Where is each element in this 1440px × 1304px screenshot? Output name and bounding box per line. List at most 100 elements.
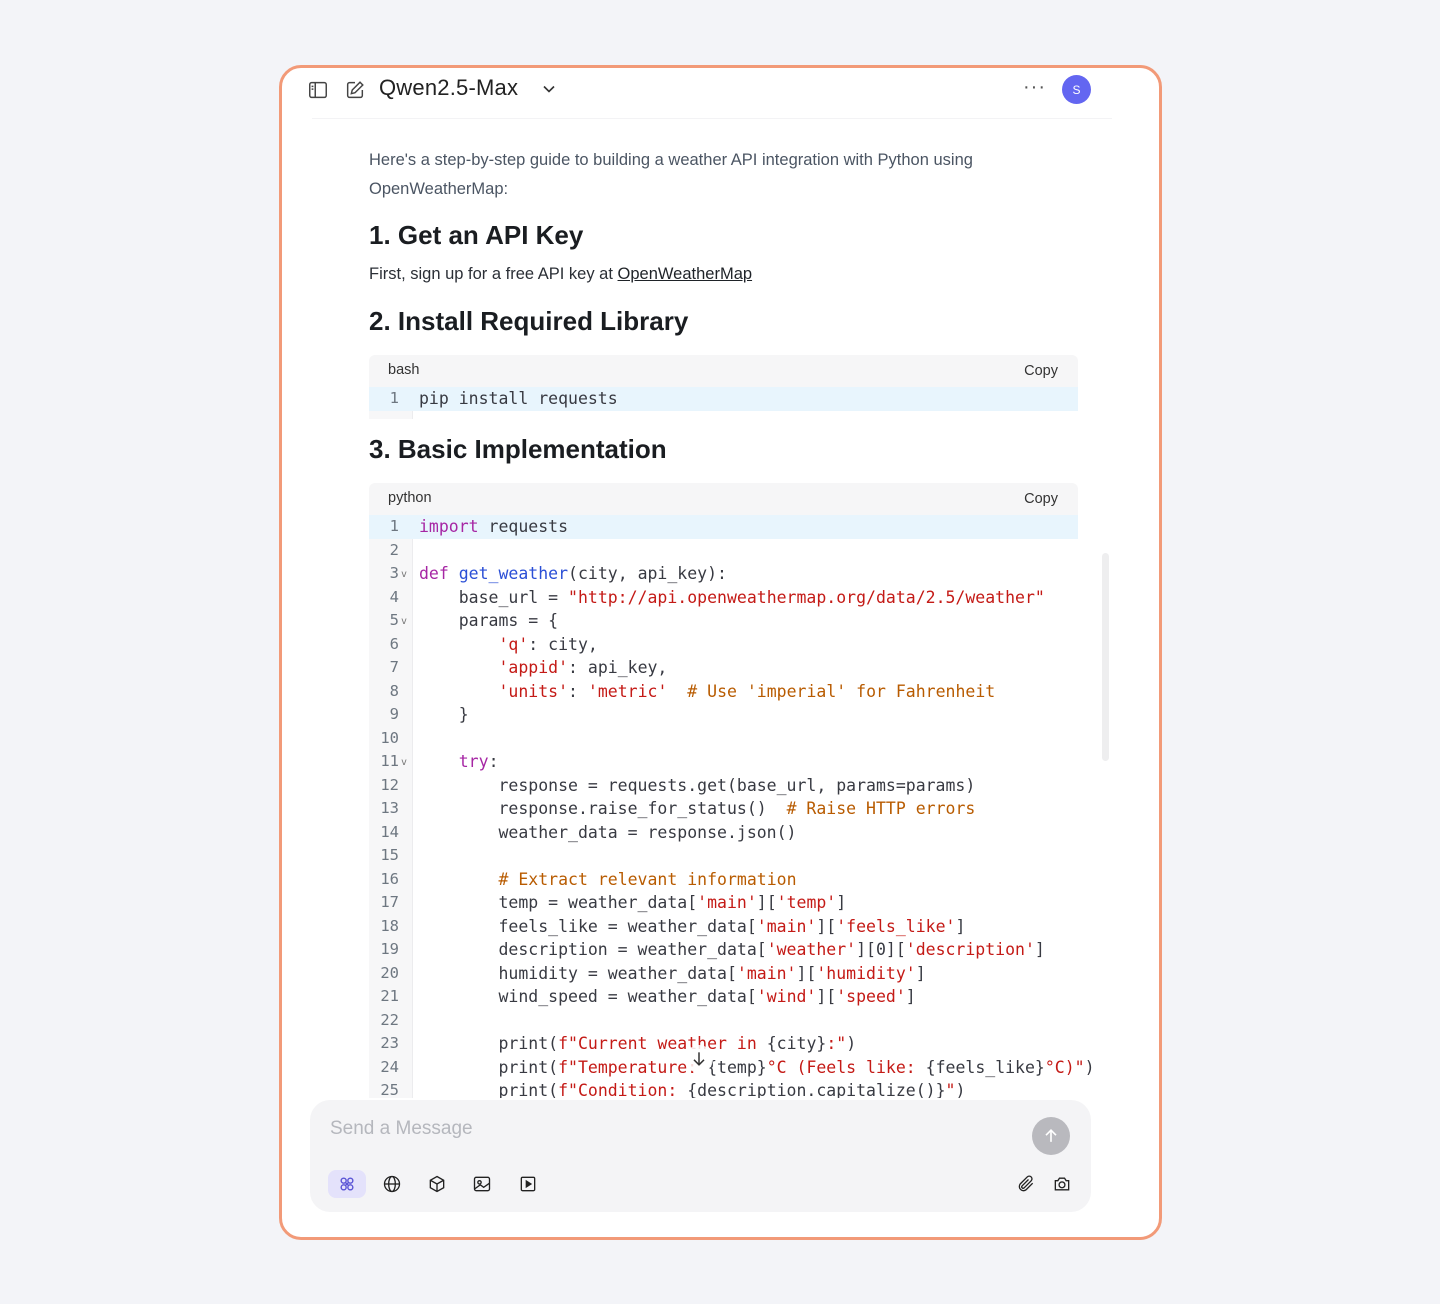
code-token: # Extract relevant information xyxy=(498,869,797,889)
line-number: 16 xyxy=(380,869,399,888)
code-block-header: python Copy xyxy=(369,483,1078,515)
code-token: ] xyxy=(955,916,966,936)
code-token: f"Condition: xyxy=(558,1081,688,1098)
code-line: 1 import requests xyxy=(369,515,1078,539)
code-token: requests xyxy=(478,517,569,536)
code-token: "http://api.openweathermap.org/data/2.5/… xyxy=(568,587,1045,607)
code-line: 4 base_url = "http://api.openweathermap.… xyxy=(369,586,1078,610)
code-token: {feels_like} xyxy=(925,1057,1045,1077)
line-number: 21 xyxy=(380,987,399,1005)
code-language-label: python xyxy=(388,490,432,506)
camera-icon[interactable] xyxy=(1043,1170,1081,1198)
model-selector-label[interactable]: Qwen2.5-Max xyxy=(379,75,518,101)
copy-button[interactable]: Copy xyxy=(1024,363,1058,379)
code-text: description = weather_data['weather'][0]… xyxy=(419,938,1045,962)
code-token: ][ xyxy=(796,963,817,983)
code-body: 1 import requests 2 3 v def get_weather(city,… xyxy=(369,515,1095,1098)
code-token: {city} xyxy=(766,1034,827,1053)
code-token: 'humidity' xyxy=(816,963,916,983)
code-text: def get_weather(city, api_key): xyxy=(419,562,727,586)
code-text: pip install requests xyxy=(419,387,618,411)
code-token: 'metric' xyxy=(587,681,668,701)
code-block-python: python Copy 1 import requests 2 3 v def get_w… xyxy=(369,483,1095,1098)
code-token: 'description' xyxy=(905,940,1035,959)
message-input[interactable] xyxy=(328,1114,1012,1144)
avatar[interactable]: S xyxy=(1062,75,1091,104)
fold-chevron-icon[interactable]: v xyxy=(401,751,407,775)
chat-content: Qwen2.5-Max ··· S Here's a step-by-step … xyxy=(282,68,1159,1098)
code-token: °C (Feels like: xyxy=(766,1057,926,1077)
header-divider xyxy=(312,118,1112,119)
code-token: response = requests.get(base_url, params… xyxy=(419,775,976,795)
code-line: 2 xyxy=(369,539,1078,563)
code-token: try xyxy=(458,752,489,771)
code-token: } xyxy=(419,705,469,724)
code-line: 8 'units': 'metric' # Use 'imperial' for… xyxy=(369,680,1078,704)
api-key-paragraph: First, sign up for a free API key at Ope… xyxy=(369,265,752,284)
fold-chevron-icon[interactable]: v xyxy=(401,610,407,634)
arrow-down-icon[interactable] xyxy=(685,1045,713,1073)
heading-step-2: 2. Install Required Library xyxy=(369,306,689,336)
code-text: feels_like = weather_data['main']['feels… xyxy=(419,915,965,939)
code-token: 'speed' xyxy=(836,987,906,1006)
code-text: try: xyxy=(419,750,499,774)
video-icon[interactable] xyxy=(509,1170,547,1198)
fold-chevron-icon[interactable]: v xyxy=(401,563,407,587)
code-token: 'main' xyxy=(756,916,817,936)
code-token: ][ xyxy=(816,987,837,1006)
code-line: 1 pip install requests xyxy=(369,387,1078,411)
chevron-down-icon[interactable] xyxy=(539,79,559,99)
line-number: 3 xyxy=(389,564,399,582)
code-token: import xyxy=(419,517,479,536)
code-token: def xyxy=(419,564,449,583)
code-token: 'appid' xyxy=(498,658,569,677)
more-options-icon[interactable]: ··· xyxy=(1023,76,1046,99)
code-token: 'units' xyxy=(498,681,569,701)
code-token: ) xyxy=(1084,1057,1095,1077)
code-token: ] xyxy=(905,987,916,1006)
code-token: ][0][ xyxy=(856,940,906,959)
arrow-up-icon xyxy=(1045,1128,1057,1142)
openweathermap-link[interactable]: OpenWeatherMap xyxy=(618,265,753,283)
cube-icon[interactable] xyxy=(418,1170,456,1198)
code-token: ] xyxy=(1034,940,1045,959)
code-line: 14 weather_data = response.json() xyxy=(369,821,1078,845)
line-number: 19 xyxy=(380,940,399,958)
code-line: 23 print(f"Current weather in {city}:") xyxy=(369,1032,1078,1056)
code-text: response = requests.get(base_url, params… xyxy=(419,774,975,798)
code-line: 24 print(f"Temperature: {temp}°C (Feels … xyxy=(369,1056,1094,1080)
code-token: print( xyxy=(419,1057,559,1077)
code-token: " xyxy=(945,1081,956,1098)
code-token: 'temp' xyxy=(776,893,837,912)
code-token: f"Current weather in xyxy=(558,1034,767,1053)
copy-button[interactable]: Copy xyxy=(1024,491,1058,507)
code-language-label: bash xyxy=(388,362,420,378)
line-number: 8 xyxy=(389,681,399,700)
sidebar-toggle-icon[interactable] xyxy=(306,78,330,102)
sparkle-icon[interactable] xyxy=(328,1170,366,1198)
api-key-text: First, sign up for a free API key at xyxy=(369,265,618,283)
globe-icon[interactable] xyxy=(373,1170,411,1198)
code-token: 'main' xyxy=(736,963,797,983)
edit-icon[interactable] xyxy=(343,78,367,102)
line-number: 9 xyxy=(389,705,399,723)
paperclip-icon[interactable] xyxy=(1007,1170,1045,1198)
code-text: print(f"Temperature: {temp}°C (Feels lik… xyxy=(419,1056,1095,1080)
chat-header: Qwen2.5-Max ··· S xyxy=(282,68,1159,114)
line-number: 10 xyxy=(380,728,399,747)
line-number: 2 xyxy=(389,540,399,559)
image-icon[interactable] xyxy=(463,1170,501,1198)
code-text: 'units': 'metric' # Use 'imperial' for F… xyxy=(419,680,995,704)
code-line: 12 response = requests.get(base_url, par… xyxy=(369,774,1078,798)
code-token: 'feels_like' xyxy=(836,916,956,936)
code-line: 15 xyxy=(369,844,1078,868)
line-number: 22 xyxy=(380,1010,399,1029)
scrollbar-thumb[interactable] xyxy=(1102,553,1109,761)
code-token: wind_speed = weather_data[ xyxy=(419,987,757,1006)
code-token: ] xyxy=(915,963,926,983)
code-token: 'q' xyxy=(498,634,529,654)
send-button[interactable] xyxy=(1032,1117,1070,1155)
